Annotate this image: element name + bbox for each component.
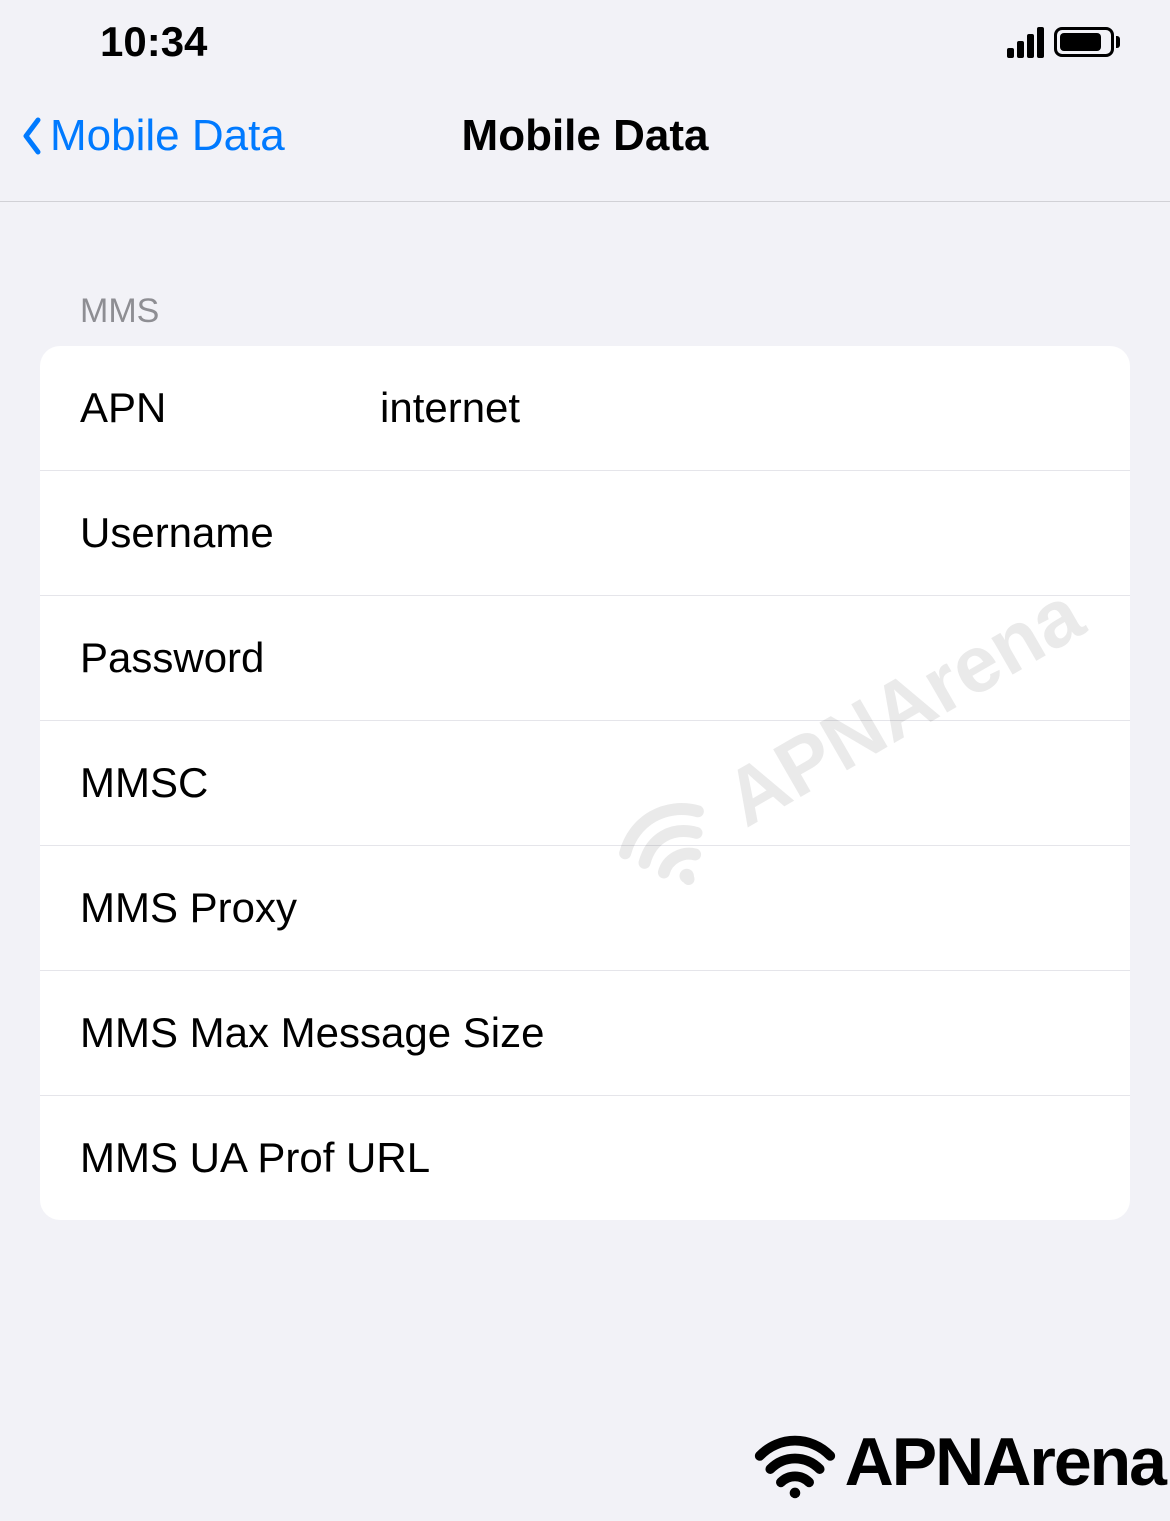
wifi-icon [750, 1425, 840, 1500]
row-label-mms-ua-prof-url: MMS UA Prof URL [80, 1134, 430, 1182]
watermark-bottom: APNArena [750, 1423, 1165, 1501]
battery-icon [1054, 27, 1120, 57]
mms-proxy-input[interactable] [380, 884, 1090, 932]
settings-row-password[interactable]: Password [40, 596, 1130, 721]
back-label: Mobile Data [50, 111, 285, 161]
page-title: Mobile Data [462, 111, 709, 161]
mmsc-input[interactable] [380, 759, 1090, 807]
row-label-mmsc: MMSC [80, 759, 380, 807]
username-input[interactable] [380, 509, 1090, 557]
status-bar: 10:34 [0, 0, 1170, 81]
status-time: 10:34 [100, 18, 207, 66]
row-label-apn: APN [80, 384, 380, 432]
row-label-username: Username [80, 509, 380, 557]
navigation-bar: Mobile Data Mobile Data [0, 81, 1170, 202]
cellular-signal-icon [1007, 27, 1044, 58]
row-label-mms-proxy: MMS Proxy [80, 884, 380, 932]
apn-input[interactable] [380, 384, 1090, 432]
settings-row-mms-max-size[interactable]: MMS Max Message Size [40, 971, 1130, 1096]
settings-row-username[interactable]: Username [40, 471, 1130, 596]
back-button[interactable]: Mobile Data [20, 111, 285, 161]
content-area: MMS APN Username Password MMSC MMS Proxy [0, 202, 1170, 1220]
settings-row-mmsc[interactable]: MMSC [40, 721, 1130, 846]
row-label-password: Password [80, 634, 380, 682]
row-label-mms-max-size: MMS Max Message Size [80, 1009, 544, 1057]
settings-group-mms: APN Username Password MMSC MMS Proxy MMS… [40, 346, 1130, 1220]
status-icons [1007, 27, 1120, 58]
section-header-mms: MMS [40, 292, 1130, 346]
watermark-text: APNArena [845, 1423, 1165, 1501]
settings-row-apn[interactable]: APN [40, 346, 1130, 471]
settings-row-mms-proxy[interactable]: MMS Proxy [40, 846, 1130, 971]
settings-row-mms-ua-prof-url[interactable]: MMS UA Prof URL [40, 1096, 1130, 1220]
chevron-left-icon [20, 116, 42, 156]
password-input[interactable] [380, 634, 1090, 682]
